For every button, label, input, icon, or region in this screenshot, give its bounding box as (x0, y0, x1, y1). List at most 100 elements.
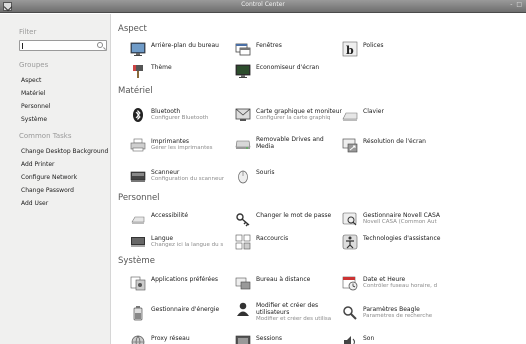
task-configure-network[interactable]: Configure Network (21, 174, 77, 181)
item-description: Changez ici la langue du s (151, 242, 224, 248)
item-label: Langue (151, 235, 174, 242)
item-mouse[interactable]: Souris (235, 167, 370, 191)
desktop-background-icon (130, 42, 146, 56)
item-description: Configurer la carte graphiq (256, 115, 331, 121)
item-label: Date et Heure (363, 276, 406, 283)
item-label: Arrière-plan du bureau (151, 42, 219, 49)
fonts-icon: b (342, 41, 358, 57)
removable-drive-icon (235, 140, 251, 149)
item-description: Configuration du scanneur (151, 176, 225, 182)
item-label: Gestionnaire d'énergie (151, 306, 220, 313)
item-assistive-technologies[interactable]: Technologies d'assistance (342, 233, 477, 257)
category-systeme: Système (118, 256, 155, 266)
item-sound[interactable]: Son (342, 333, 477, 344)
item-label: Son (363, 335, 375, 342)
windows-icon (235, 43, 251, 56)
search-icon (97, 42, 103, 48)
bluetooth-icon (133, 108, 143, 122)
item-description: Modifier et créer des utilisa (256, 316, 332, 322)
window-titlebar[interactable]: Control Center - □ (0, 0, 526, 13)
item-label: Sessions (256, 335, 283, 342)
task-add-user[interactable]: Add User (21, 200, 48, 207)
filter-input[interactable] (19, 40, 107, 51)
item-novell-casa[interactable]: Gestionnaire Novell CASA Novell CASA (Co… (342, 210, 477, 234)
users-icon (237, 302, 249, 316)
item-date-time[interactable]: Date et Heure Contrôler fuseau horaire, … (342, 274, 477, 298)
item-description: Configurer Bluetooth (151, 115, 209, 121)
monitor-icon (235, 108, 251, 121)
mouse-icon (238, 170, 248, 184)
item-screensaver[interactable]: Economiseur d'écran (235, 62, 370, 86)
item-label: Applications préférées (151, 276, 219, 283)
item-label: Accessibilité (151, 212, 189, 219)
task-change-password[interactable]: Change Password (21, 187, 74, 194)
screen-resolution-icon (342, 138, 358, 153)
item-fonts[interactable]: b Polices (342, 40, 477, 64)
text-caret (22, 43, 23, 49)
sound-icon (344, 336, 355, 344)
printer-icon (130, 138, 146, 152)
category-personnel: Personnel (118, 193, 160, 203)
group-link-systeme[interactable]: Système (21, 116, 47, 123)
item-label: Souris (256, 169, 275, 176)
item-label: Gestionnaire Novell CASA (363, 212, 441, 219)
task-change-desktop-background[interactable]: Change Desktop Background (21, 148, 108, 155)
item-label: Imprimantes (151, 138, 190, 145)
item-description: Paramètres de recherche (363, 313, 433, 319)
item-label: Clavier (363, 108, 384, 115)
item-label: Scanneur (151, 169, 180, 176)
remote-desktop-icon (235, 277, 251, 290)
item-label: Résolution de l'écran (363, 138, 426, 145)
item-label: Modifier et créer des utilisateurs (256, 302, 319, 316)
item-label: Bluetooth (151, 108, 181, 115)
item-label: Proxy réseau (151, 335, 190, 342)
item-description: Novell CASA (Common Aut (363, 219, 437, 225)
item-label: Raccourcis (256, 235, 289, 242)
window-title: Control Center (241, 1, 285, 8)
item-label: Fenêtres (256, 42, 282, 49)
item-description: Contrôler fuseau horaire, d (363, 283, 438, 289)
item-label: Polices (363, 42, 384, 49)
groups-heading: Groupes (19, 61, 49, 69)
item-screen-resolution[interactable]: Résolution de l'écran (342, 136, 477, 160)
category-materiel: Matériel (118, 86, 153, 96)
svg-text:b: b (346, 44, 354, 57)
keyboard-icon (342, 112, 358, 121)
group-link-materiel[interactable]: Matériel (21, 90, 45, 97)
filter-label: Filter (19, 28, 37, 36)
group-link-aspect[interactable]: Aspect (21, 77, 41, 84)
item-label: Carte graphique et moniteur (256, 108, 342, 115)
network-proxy-icon (131, 335, 145, 344)
common-tasks-heading: Common Tasks (19, 132, 72, 140)
group-link-personnel[interactable]: Personnel (21, 103, 50, 110)
language-icon (131, 237, 145, 247)
category-aspect: Aspect (118, 24, 147, 34)
item-description: Gérer les imprimantes (151, 145, 213, 151)
item-label: Removable Drives and Media (256, 136, 324, 150)
shortcuts-icon (235, 234, 251, 250)
sessions-icon (235, 335, 251, 344)
preferred-apps-icon (130, 276, 146, 291)
control-center-content: Aspect Arrière-plan du bureau Fenêtres b… (112, 14, 526, 344)
item-label: Changer le mot de passe (256, 212, 332, 219)
assistive-tech-icon (342, 234, 358, 250)
item-beagle-settings[interactable]: Paramètres Beagle Paramètres de recherch… (342, 304, 477, 328)
window-controls[interactable]: - □ (510, 1, 523, 8)
screensaver-icon (235, 64, 251, 78)
scanner-icon (130, 171, 146, 182)
accessibility-icon (131, 216, 145, 224)
item-label: Bureau à distance (256, 276, 311, 283)
password-icon (236, 213, 250, 227)
casa-icon (342, 212, 357, 226)
beagle-icon (343, 306, 357, 320)
item-label: Economiseur d'écran (256, 64, 320, 71)
item-label: Thème (151, 64, 172, 71)
power-manager-icon (133, 306, 143, 321)
item-label: Paramètres Beagle (363, 306, 420, 313)
date-time-icon (342, 276, 358, 291)
item-keyboard[interactable]: Clavier (342, 106, 477, 130)
item-label: Technologies d'assistance (363, 235, 441, 242)
theme-icon (133, 65, 143, 78)
sidebar: Filter Groupes Aspect Matériel Personnel… (0, 14, 111, 344)
task-add-printer[interactable]: Add Printer (21, 161, 54, 168)
